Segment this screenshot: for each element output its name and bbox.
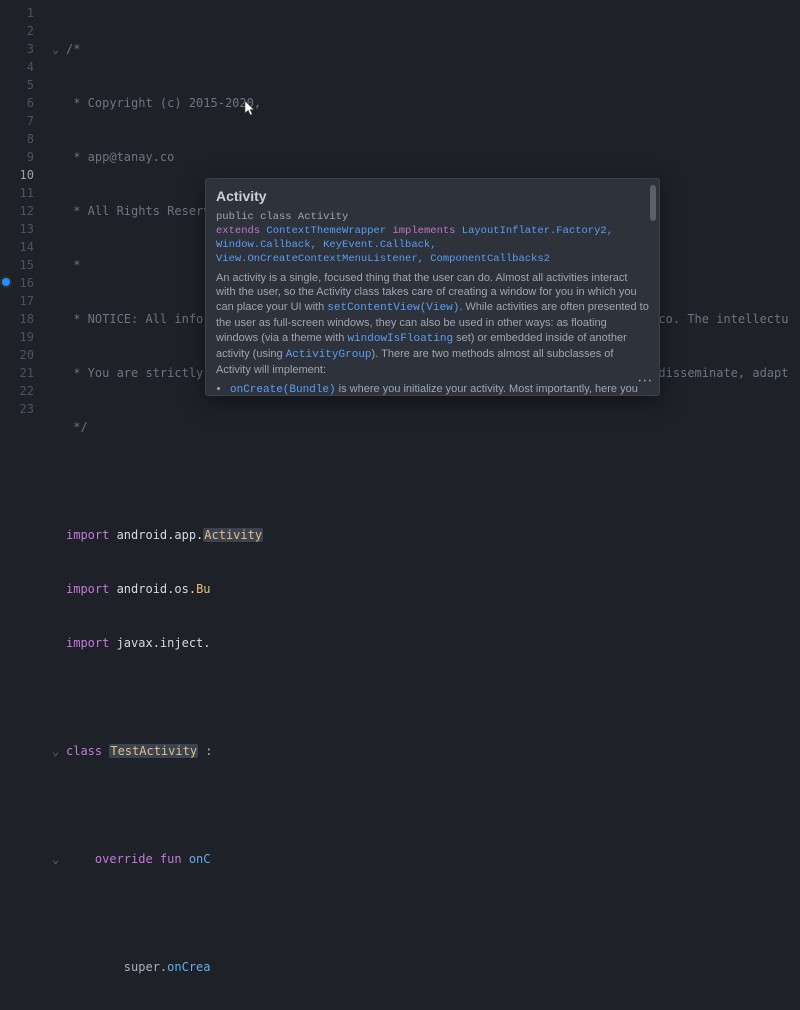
gutter-override-marker[interactable] <box>2 278 10 286</box>
doc-api-link[interactable]: ActivityGroup <box>286 349 372 361</box>
more-actions-icon[interactable]: ⋮ <box>636 374 655 386</box>
current-line-number: 10 <box>0 166 34 184</box>
scrollbar-thumb[interactable] <box>650 185 656 221</box>
doc-signature: public class Activity extends ContextThe… <box>216 210 649 267</box>
doc-body: An activity is a single, focused thing t… <box>216 271 649 378</box>
doc-api-link[interactable]: windowIsFloating <box>347 333 453 345</box>
doc-api-link[interactable]: setContentView(View) <box>327 302 459 314</box>
doc-list-item: onCreate(Bundle) is where you initialize… <box>230 382 649 396</box>
fold-icon[interactable]: ⌄ <box>52 40 66 58</box>
token-activity[interactable]: Activity <box>203 528 263 542</box>
fold-icon[interactable]: ⌄ <box>52 742 66 760</box>
doc-api-link[interactable]: onCreate(Bundle) <box>230 384 336 396</box>
token-testactivity[interactable]: TestActivity <box>109 744 198 758</box>
code-line-10: import android.app.Activity <box>52 526 800 544</box>
line-number-gutter: 1234 5678 9101112 13141516 17181920 2122… <box>0 0 44 505</box>
fold-icon[interactable]: ⌄ <box>52 850 66 868</box>
documentation-popup[interactable]: Activity public class Activity extends C… <box>205 178 660 396</box>
doc-list: onCreate(Bundle) is where you initialize… <box>216 382 649 396</box>
doc-title: Activity <box>216 187 649 206</box>
